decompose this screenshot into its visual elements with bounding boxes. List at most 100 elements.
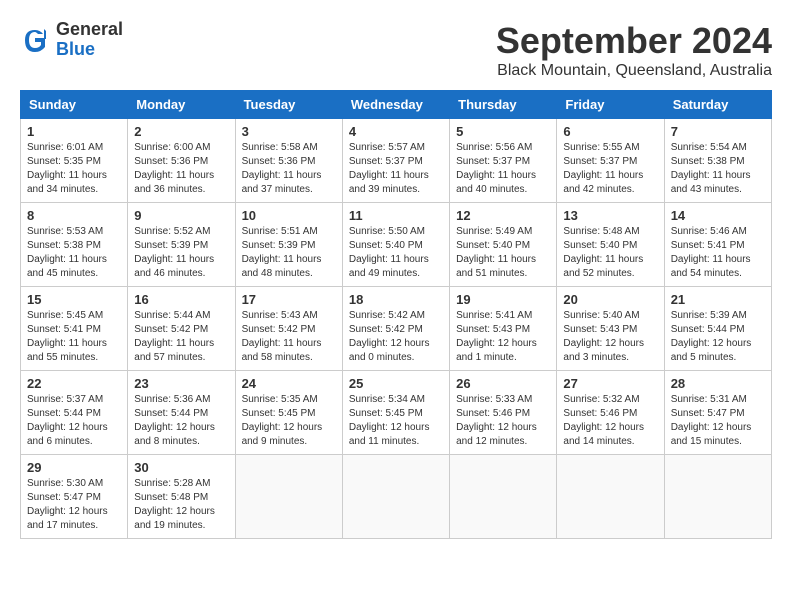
week-row-1: 1 Sunrise: 6:01 AM Sunset: 5:35 PM Dayli… (21, 119, 772, 203)
day-number: 5 (456, 124, 550, 139)
day-info: Sunrise: 5:35 AM Sunset: 5:45 PM Dayligh… (242, 393, 336, 449)
day-info: Sunrise: 5:52 AM Sunset: 5:39 PM Dayligh… (134, 225, 228, 281)
day-info: Sunrise: 5:44 AM Sunset: 5:42 PM Dayligh… (134, 309, 228, 365)
month-title: September 2024 (496, 20, 772, 62)
day-number: 19 (456, 292, 550, 307)
calendar-cell: 12 Sunrise: 5:49 AM Sunset: 5:40 PM Dayl… (450, 203, 557, 287)
calendar-cell: 5 Sunrise: 5:56 AM Sunset: 5:37 PM Dayli… (450, 119, 557, 203)
day-number: 30 (134, 460, 228, 475)
calendar-cell: 6 Sunrise: 5:55 AM Sunset: 5:37 PM Dayli… (557, 119, 664, 203)
calendar-cell: 28 Sunrise: 5:31 AM Sunset: 5:47 PM Dayl… (664, 371, 771, 455)
logo: General Blue (20, 20, 123, 60)
week-row-5: 29 Sunrise: 5:30 AM Sunset: 5:47 PM Dayl… (21, 455, 772, 539)
day-info: Sunrise: 5:30 AM Sunset: 5:47 PM Dayligh… (27, 477, 121, 533)
day-number: 13 (563, 208, 657, 223)
day-info: Sunrise: 5:37 AM Sunset: 5:44 PM Dayligh… (27, 393, 121, 449)
day-info: Sunrise: 5:31 AM Sunset: 5:47 PM Dayligh… (671, 393, 765, 449)
calendar-cell: 13 Sunrise: 5:48 AM Sunset: 5:40 PM Dayl… (557, 203, 664, 287)
week-row-2: 8 Sunrise: 5:53 AM Sunset: 5:38 PM Dayli… (21, 203, 772, 287)
calendar-cell: 25 Sunrise: 5:34 AM Sunset: 5:45 PM Dayl… (342, 371, 449, 455)
day-info: Sunrise: 5:56 AM Sunset: 5:37 PM Dayligh… (456, 141, 550, 197)
col-sunday: Sunday (21, 91, 128, 119)
day-number: 23 (134, 376, 228, 391)
logo-general: General (56, 20, 123, 40)
calendar-cell: 7 Sunrise: 5:54 AM Sunset: 5:38 PM Dayli… (664, 119, 771, 203)
calendar-cell (342, 455, 449, 539)
day-number: 2 (134, 124, 228, 139)
day-number: 10 (242, 208, 336, 223)
day-number: 7 (671, 124, 765, 139)
day-number: 6 (563, 124, 657, 139)
day-number: 4 (349, 124, 443, 139)
day-number: 20 (563, 292, 657, 307)
calendar-cell: 20 Sunrise: 5:40 AM Sunset: 5:43 PM Dayl… (557, 287, 664, 371)
day-number: 11 (349, 208, 443, 223)
calendar-cell: 8 Sunrise: 5:53 AM Sunset: 5:38 PM Dayli… (21, 203, 128, 287)
day-info: Sunrise: 5:43 AM Sunset: 5:42 PM Dayligh… (242, 309, 336, 365)
logo-text: General Blue (56, 20, 123, 60)
day-info: Sunrise: 5:49 AM Sunset: 5:40 PM Dayligh… (456, 225, 550, 281)
calendar-header-row: Sunday Monday Tuesday Wednesday Thursday… (21, 91, 772, 119)
location-subtitle: Black Mountain, Queensland, Australia (496, 62, 772, 80)
day-info: Sunrise: 6:01 AM Sunset: 5:35 PM Dayligh… (27, 141, 121, 197)
week-row-4: 22 Sunrise: 5:37 AM Sunset: 5:44 PM Dayl… (21, 371, 772, 455)
calendar-cell: 24 Sunrise: 5:35 AM Sunset: 5:45 PM Dayl… (235, 371, 342, 455)
day-info: Sunrise: 5:33 AM Sunset: 5:46 PM Dayligh… (456, 393, 550, 449)
day-info: Sunrise: 5:51 AM Sunset: 5:39 PM Dayligh… (242, 225, 336, 281)
col-thursday: Thursday (450, 91, 557, 119)
calendar-cell: 1 Sunrise: 6:01 AM Sunset: 5:35 PM Dayli… (21, 119, 128, 203)
calendar-cell: 15 Sunrise: 5:45 AM Sunset: 5:41 PM Dayl… (21, 287, 128, 371)
calendar-cell: 10 Sunrise: 5:51 AM Sunset: 5:39 PM Dayl… (235, 203, 342, 287)
page-header: General Blue September 2024 Black Mounta… (20, 20, 772, 80)
calendar-cell: 4 Sunrise: 5:57 AM Sunset: 5:37 PM Dayli… (342, 119, 449, 203)
day-number: 25 (349, 376, 443, 391)
day-number: 8 (27, 208, 121, 223)
logo-blue: Blue (56, 40, 123, 60)
day-number: 21 (671, 292, 765, 307)
day-info: Sunrise: 5:50 AM Sunset: 5:40 PM Dayligh… (349, 225, 443, 281)
col-saturday: Saturday (664, 91, 771, 119)
day-info: Sunrise: 5:41 AM Sunset: 5:43 PM Dayligh… (456, 309, 550, 365)
day-info: Sunrise: 5:39 AM Sunset: 5:44 PM Dayligh… (671, 309, 765, 365)
col-wednesday: Wednesday (342, 91, 449, 119)
calendar-cell (450, 455, 557, 539)
calendar-cell: 27 Sunrise: 5:32 AM Sunset: 5:46 PM Dayl… (557, 371, 664, 455)
day-number: 12 (456, 208, 550, 223)
day-number: 14 (671, 208, 765, 223)
day-info: Sunrise: 5:45 AM Sunset: 5:41 PM Dayligh… (27, 309, 121, 365)
day-number: 9 (134, 208, 228, 223)
day-number: 29 (27, 460, 121, 475)
day-number: 3 (242, 124, 336, 139)
calendar-table: Sunday Monday Tuesday Wednesday Thursday… (20, 90, 772, 539)
calendar-cell: 19 Sunrise: 5:41 AM Sunset: 5:43 PM Dayl… (450, 287, 557, 371)
calendar-cell: 22 Sunrise: 5:37 AM Sunset: 5:44 PM Dayl… (21, 371, 128, 455)
calendar-cell: 29 Sunrise: 5:30 AM Sunset: 5:47 PM Dayl… (21, 455, 128, 539)
calendar-cell: 26 Sunrise: 5:33 AM Sunset: 5:46 PM Dayl… (450, 371, 557, 455)
day-info: Sunrise: 6:00 AM Sunset: 5:36 PM Dayligh… (134, 141, 228, 197)
col-friday: Friday (557, 91, 664, 119)
calendar-cell: 3 Sunrise: 5:58 AM Sunset: 5:36 PM Dayli… (235, 119, 342, 203)
day-info: Sunrise: 5:54 AM Sunset: 5:38 PM Dayligh… (671, 141, 765, 197)
day-info: Sunrise: 5:28 AM Sunset: 5:48 PM Dayligh… (134, 477, 228, 533)
calendar-cell: 21 Sunrise: 5:39 AM Sunset: 5:44 PM Dayl… (664, 287, 771, 371)
calendar-cell: 16 Sunrise: 5:44 AM Sunset: 5:42 PM Dayl… (128, 287, 235, 371)
calendar-cell: 11 Sunrise: 5:50 AM Sunset: 5:40 PM Dayl… (342, 203, 449, 287)
calendar-cell: 18 Sunrise: 5:42 AM Sunset: 5:42 PM Dayl… (342, 287, 449, 371)
calendar-cell: 9 Sunrise: 5:52 AM Sunset: 5:39 PM Dayli… (128, 203, 235, 287)
calendar-cell: 30 Sunrise: 5:28 AM Sunset: 5:48 PM Dayl… (128, 455, 235, 539)
calendar-cell: 14 Sunrise: 5:46 AM Sunset: 5:41 PM Dayl… (664, 203, 771, 287)
day-number: 26 (456, 376, 550, 391)
day-number: 18 (349, 292, 443, 307)
day-info: Sunrise: 5:32 AM Sunset: 5:46 PM Dayligh… (563, 393, 657, 449)
day-info: Sunrise: 5:55 AM Sunset: 5:37 PM Dayligh… (563, 141, 657, 197)
day-number: 15 (27, 292, 121, 307)
calendar-cell: 17 Sunrise: 5:43 AM Sunset: 5:42 PM Dayl… (235, 287, 342, 371)
calendar-cell: 23 Sunrise: 5:36 AM Sunset: 5:44 PM Dayl… (128, 371, 235, 455)
calendar-cell: 2 Sunrise: 6:00 AM Sunset: 5:36 PM Dayli… (128, 119, 235, 203)
calendar-cell (557, 455, 664, 539)
day-info: Sunrise: 5:34 AM Sunset: 5:45 PM Dayligh… (349, 393, 443, 449)
col-monday: Monday (128, 91, 235, 119)
day-number: 17 (242, 292, 336, 307)
day-number: 24 (242, 376, 336, 391)
day-number: 16 (134, 292, 228, 307)
